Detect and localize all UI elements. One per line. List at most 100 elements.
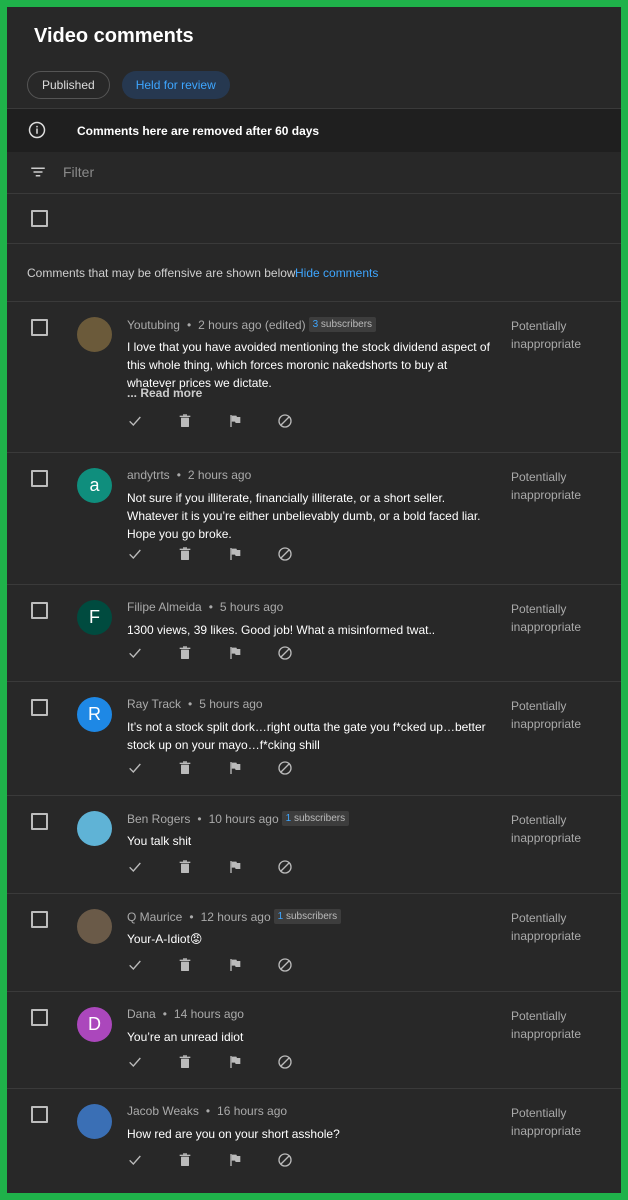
delete-icon[interactable] bbox=[177, 957, 193, 973]
approve-icon[interactable] bbox=[127, 413, 143, 429]
approve-icon[interactable] bbox=[127, 957, 143, 973]
block-icon[interactable] bbox=[277, 760, 293, 776]
separator-dot: • bbox=[162, 1007, 167, 1021]
avatar[interactable] bbox=[77, 1104, 112, 1139]
separator-dot: • bbox=[189, 909, 194, 924]
subscriber-label: subscribers bbox=[320, 319, 373, 330]
offensive-message: Comments that may be offensive are shown… bbox=[27, 266, 299, 280]
approve-icon[interactable] bbox=[127, 859, 143, 875]
comment-row: Youtubing • 2 hours ago (edited) 3 subscrib… bbox=[7, 302, 621, 453]
flag-icon[interactable] bbox=[227, 1152, 243, 1168]
filter-bar[interactable]: Filter bbox=[7, 151, 621, 194]
flag-icon[interactable] bbox=[227, 413, 243, 429]
block-icon[interactable] bbox=[277, 546, 293, 562]
comment-author[interactable]: Ray Track bbox=[127, 697, 181, 711]
avatar-letter: F bbox=[89, 607, 100, 627]
flag-icon[interactable] bbox=[227, 760, 243, 776]
subscriber-label: subscribers bbox=[293, 813, 346, 824]
status-label: Potentially inappropriate bbox=[511, 699, 582, 731]
comment-time: 14 hours ago bbox=[173, 1007, 244, 1021]
comment-checkbox[interactable] bbox=[31, 602, 48, 619]
comment-checkbox[interactable] bbox=[31, 813, 48, 830]
approve-icon[interactable] bbox=[127, 1152, 143, 1168]
status-label: Potentially inappropriate bbox=[511, 1009, 582, 1041]
comment-actions bbox=[127, 546, 293, 562]
hide-comments-link[interactable]: Hide comments bbox=[295, 266, 378, 280]
comment-checkbox[interactable] bbox=[31, 470, 48, 487]
flag-icon[interactable] bbox=[227, 645, 243, 661]
select-all-checkbox[interactable] bbox=[31, 210, 48, 227]
delete-icon[interactable] bbox=[177, 645, 193, 661]
comment-row: D Dana • 14 hours ago You’re an unread idiot… bbox=[7, 992, 621, 1089]
comment-author[interactable]: Ben Rogers bbox=[127, 812, 190, 826]
tab-held-for-review[interactable]: Held for review bbox=[121, 71, 230, 99]
avatar[interactable]: F bbox=[77, 600, 112, 635]
comment-actions bbox=[127, 957, 293, 973]
avatar[interactable] bbox=[77, 909, 112, 944]
delete-icon[interactable] bbox=[177, 859, 193, 875]
comment-meta: Youtubing • 2 hours ago (edited) 3 subscrib… bbox=[127, 317, 377, 332]
comment-time: 2 hours ago (edited) bbox=[198, 317, 306, 332]
comment-meta: Q Maurice • 12 hours ago 1 subscribers bbox=[127, 909, 342, 924]
flag-icon[interactable] bbox=[227, 859, 243, 875]
comment-actions bbox=[127, 1152, 293, 1168]
comment-row: F Filipe Almeida • 5 hours ago 1300 views, 3… bbox=[7, 585, 621, 682]
read-more-link[interactable]: ... Read more bbox=[127, 386, 202, 400]
separator-dot: • bbox=[208, 600, 213, 614]
delete-icon[interactable] bbox=[177, 546, 193, 562]
comment-row: Q Maurice • 12 hours ago 1 subscribers Your-… bbox=[7, 894, 621, 992]
comment-author[interactable]: andytrts bbox=[127, 468, 170, 482]
filter-icon[interactable] bbox=[29, 163, 47, 181]
comment-checkbox[interactable] bbox=[31, 1106, 48, 1123]
subscriber-badge: 3 subscribers bbox=[308, 317, 377, 332]
comment-author[interactable]: Jacob Weaks bbox=[127, 1104, 199, 1118]
comment-row: R Ray Track • 5 hours ago It’s not a stock s… bbox=[7, 682, 621, 796]
status-label: Potentially inappropriate bbox=[511, 813, 582, 845]
filter-input[interactable]: Filter bbox=[63, 164, 94, 180]
comment-meta: Ray Track • 5 hours ago bbox=[127, 697, 263, 711]
delete-icon[interactable] bbox=[177, 1054, 193, 1070]
approve-icon[interactable] bbox=[127, 546, 143, 562]
avatar[interactable] bbox=[77, 317, 112, 352]
comment-text: Your-A-Idiot😡 bbox=[127, 932, 203, 946]
comment-author[interactable]: Q Maurice bbox=[127, 910, 182, 924]
comment-actions bbox=[127, 760, 293, 776]
video-comments-panel: Video comments Published Held for review… bbox=[7, 7, 621, 1193]
delete-icon[interactable] bbox=[177, 760, 193, 776]
tab-published[interactable]: Published bbox=[27, 71, 110, 99]
avatar[interactable]: D bbox=[77, 1007, 112, 1042]
comment-checkbox[interactable] bbox=[31, 911, 48, 928]
comment-author[interactable]: Youtubing bbox=[127, 318, 180, 332]
block-icon[interactable] bbox=[277, 413, 293, 429]
delete-icon[interactable] bbox=[177, 1152, 193, 1168]
flag-icon[interactable] bbox=[227, 957, 243, 973]
comment-actions bbox=[127, 645, 293, 661]
comment-author[interactable]: Filipe Almeida bbox=[127, 600, 202, 614]
block-icon[interactable] bbox=[277, 645, 293, 661]
comment-checkbox[interactable] bbox=[31, 699, 48, 716]
block-icon[interactable] bbox=[277, 957, 293, 973]
comment-checkbox[interactable] bbox=[31, 1009, 48, 1026]
block-icon[interactable] bbox=[277, 1152, 293, 1168]
avatar-letter: a bbox=[89, 475, 100, 495]
comment-author[interactable]: Dana bbox=[127, 1007, 156, 1021]
block-icon[interactable] bbox=[277, 1054, 293, 1070]
avatar-letter: R bbox=[88, 704, 101, 724]
avatar[interactable]: R bbox=[77, 697, 112, 732]
subscriber-count: 1 bbox=[277, 911, 284, 922]
delete-icon[interactable] bbox=[177, 413, 193, 429]
info-icon bbox=[28, 121, 46, 139]
comment-meta: Filipe Almeida • 5 hours ago bbox=[127, 600, 283, 614]
flag-icon[interactable] bbox=[227, 546, 243, 562]
comment-checkbox[interactable] bbox=[31, 319, 48, 336]
comment-text: Not sure if you illiterate, financially … bbox=[127, 491, 481, 541]
status-label: Potentially inappropriate bbox=[511, 470, 582, 502]
avatar[interactable] bbox=[77, 811, 112, 846]
flag-icon[interactable] bbox=[227, 1054, 243, 1070]
avatar[interactable]: a bbox=[77, 468, 112, 503]
approve-icon[interactable] bbox=[127, 645, 143, 661]
approve-icon[interactable] bbox=[127, 760, 143, 776]
approve-icon[interactable] bbox=[127, 1054, 143, 1070]
block-icon[interactable] bbox=[277, 859, 293, 875]
comment-text: It’s not a stock split dork…right outta … bbox=[127, 720, 486, 752]
